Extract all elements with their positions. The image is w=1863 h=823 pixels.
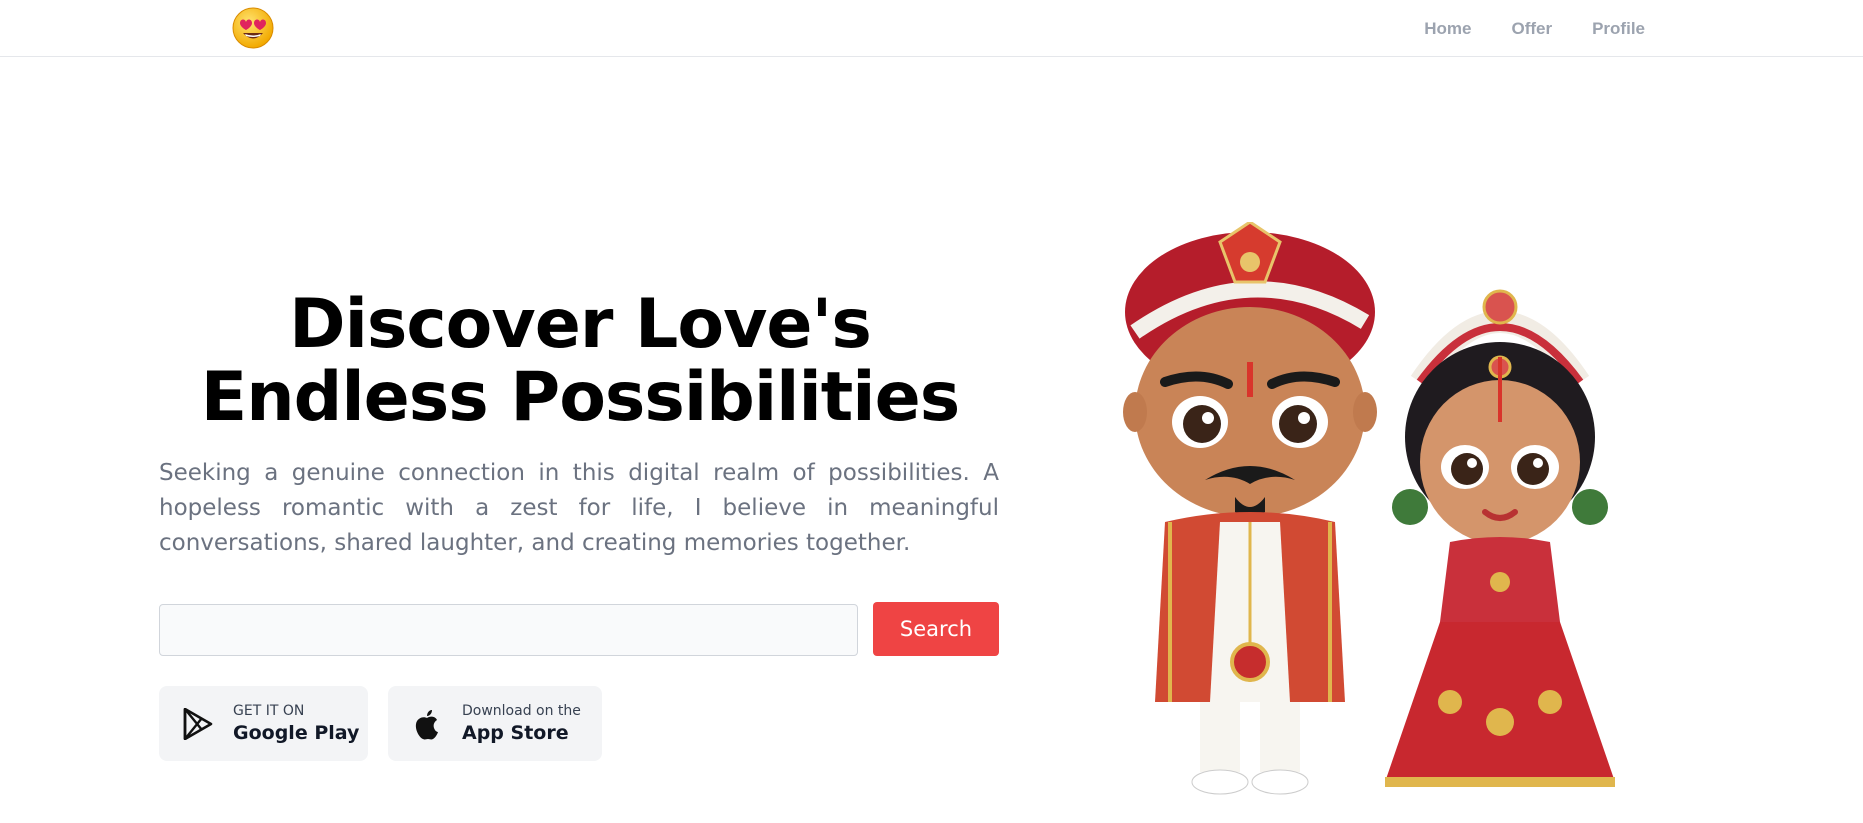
nav-offer-link[interactable]: Offer xyxy=(1511,19,1552,39)
hero-title-line-2: Endless Possibilities xyxy=(200,358,960,437)
search-input[interactable] xyxy=(159,604,858,656)
apple-icon xyxy=(410,707,444,741)
google-play-icon xyxy=(181,707,215,741)
hero-title-line-1: Discover Love's xyxy=(289,285,872,364)
nav-profile-link[interactable]: Profile xyxy=(1592,19,1645,39)
search-button[interactable]: Search xyxy=(873,602,999,656)
google-play-label: Google Play xyxy=(233,721,360,744)
main-nav: Home Offer Profile xyxy=(1424,0,1645,57)
app-store-small-label: Download on the xyxy=(462,702,581,719)
top-navbar: Home Offer Profile xyxy=(0,0,1863,57)
bride-figure xyxy=(1385,289,1615,787)
heart-eyes-emoji-icon[interactable] xyxy=(231,6,275,50)
app-store-button[interactable]: Download on the App Store xyxy=(388,686,602,761)
hero-title: Discover Love's Endless Possibilities xyxy=(160,288,1000,434)
google-play-small-label: GET IT ON xyxy=(233,702,305,719)
app-store-label: App Store xyxy=(462,721,569,744)
hero-description: Seeking a genuine connection in this dig… xyxy=(159,460,999,556)
groom-figure xyxy=(1123,220,1377,795)
bride-and-groom-illustration xyxy=(1110,220,1660,802)
google-play-button[interactable]: GET IT ON Google Play xyxy=(159,686,368,761)
nav-home-link[interactable]: Home xyxy=(1424,19,1471,39)
